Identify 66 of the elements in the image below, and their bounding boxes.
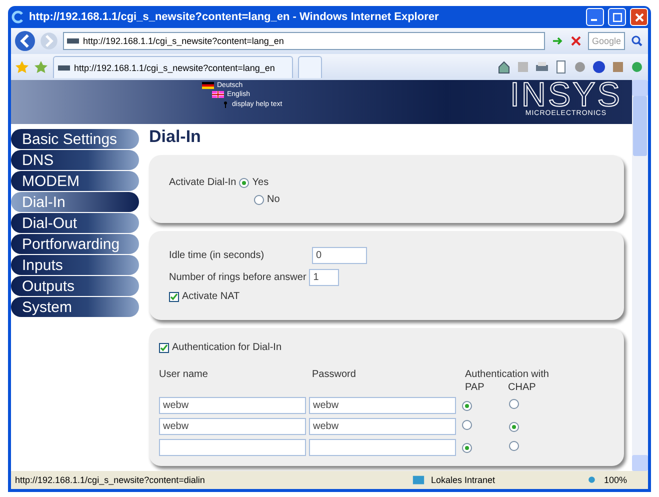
nav-item[interactable]: Dial-Out	[11, 213, 139, 233]
nav-item[interactable]: Inputs	[11, 255, 139, 275]
username-field[interactable]: webw	[159, 418, 306, 435]
add-favorite-icon[interactable]	[34, 60, 48, 74]
radio-button[interactable]	[462, 420, 472, 430]
stop-icon[interactable]	[568, 34, 583, 48]
checkbox[interactable]	[159, 342, 169, 352]
radio-label: No	[267, 194, 280, 205]
status-url: http://192.168.1.1/cgi_s_newsite?content=dialin	[15, 475, 206, 485]
column-header: Password	[312, 369, 357, 380]
scrollbar[interactable]	[632, 80, 648, 471]
close-button[interactable]	[630, 8, 648, 26]
radio-button[interactable]	[254, 194, 264, 204]
flag-icon[interactable]	[212, 91, 224, 98]
print-icon[interactable]	[535, 60, 549, 74]
radio-label: Yes	[252, 177, 269, 188]
zone-label: Lokales Intranet	[431, 475, 496, 485]
nav-item[interactable]: System	[11, 297, 139, 317]
password-field[interactable]	[309, 439, 456, 456]
address-field[interactable]: http://192.168.1.1/cgi_s_newsite?content=lang_en	[63, 32, 545, 50]
radio-button[interactable]	[239, 178, 250, 188]
radio-button[interactable]	[509, 441, 519, 451]
new-tab-button[interactable]	[298, 56, 322, 78]
maximize-button[interactable]	[608, 8, 626, 26]
nav-item[interactable]: Dial-In	[11, 192, 139, 212]
zoom-level[interactable]: 100%	[604, 475, 644, 485]
username-field[interactable]	[159, 439, 306, 456]
search-icon[interactable]	[630, 34, 644, 48]
radio-button[interactable]	[462, 401, 472, 411]
nav-item[interactable]: Basic Settings	[11, 129, 139, 149]
column-header: User name	[159, 369, 209, 380]
browser-logo-icon[interactable]	[11, 10, 25, 24]
page-title: Dial-In	[149, 127, 202, 147]
page-menu-icon[interactable]	[554, 60, 568, 74]
help-icon[interactable]	[592, 60, 606, 74]
checkbox[interactable]	[169, 292, 179, 302]
input-field[interactable]: 0	[312, 247, 367, 264]
column-header: CHAP	[508, 382, 537, 393]
star-icon[interactable]	[15, 60, 29, 74]
maximize-icon	[612, 12, 622, 22]
username-field[interactable]: webw	[159, 397, 306, 414]
nav-item[interactable]: Outputs	[11, 276, 139, 296]
radio-button[interactable]	[509, 422, 519, 432]
close-icon	[634, 12, 644, 22]
flag-icon[interactable]	[202, 82, 214, 89]
input-field[interactable]: 1	[309, 269, 340, 286]
minimize-button[interactable]	[586, 8, 604, 26]
radio-button[interactable]	[509, 399, 519, 409]
field-label: Number of rings before answer	[169, 272, 306, 283]
password-field[interactable]: webw	[309, 418, 456, 435]
radio-button[interactable]	[462, 443, 472, 453]
field-label: Idle time (in seconds)	[169, 250, 266, 261]
checkbox-label: Authentication for Dial-In	[172, 342, 282, 353]
checkbox-label: Activate NAT	[182, 291, 240, 302]
nav-item[interactable]: MODEM	[11, 171, 139, 191]
browser-tab[interactable]: http://192.168.1.1/cgi_s_newsite?content=lang_en	[53, 56, 293, 78]
nav-item[interactable]: DNS	[11, 150, 139, 170]
home-icon[interactable]	[497, 60, 511, 74]
column-header: PAP	[465, 382, 486, 393]
column-header: Authentication with	[465, 369, 549, 380]
nav-item[interactable]: Portforwarding	[11, 234, 139, 254]
field-label: Activate Dial-In	[169, 177, 236, 188]
password-field[interactable]: webw	[309, 397, 456, 414]
back-icon[interactable]	[15, 31, 35, 51]
window-title: http://192.168.1.1/cgi_s_newsite?content=lang_en - Windows Internet Explorer	[29, 11, 440, 23]
logo-text: INSYS	[510, 80, 622, 110]
